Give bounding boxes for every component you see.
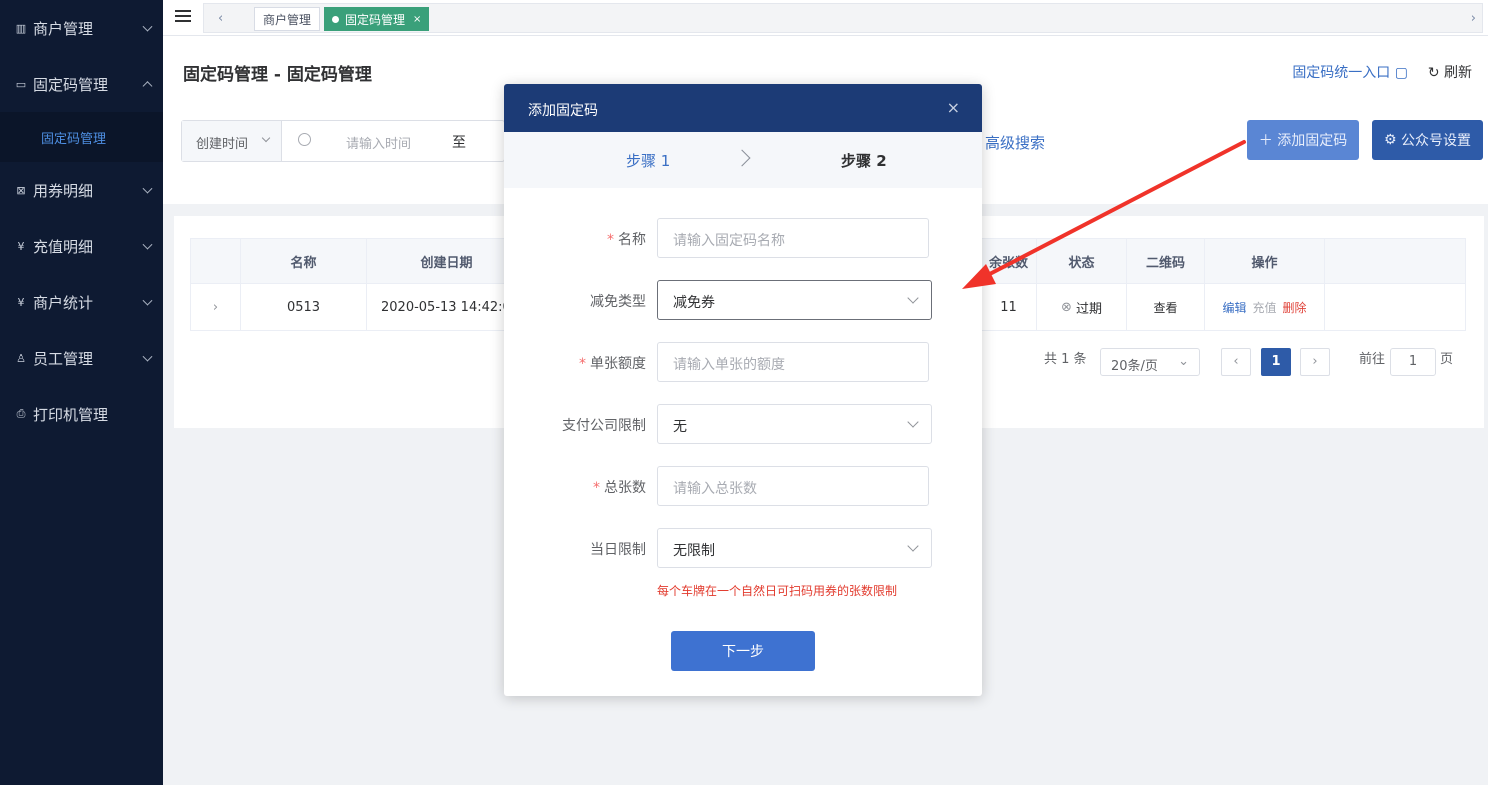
form-row-type: 减免类型 减免券 <box>504 280 982 320</box>
total-label: * 总张数 <box>593 480 646 496</box>
form-row-total: * 总张数 请输入总张数 <box>504 466 982 506</box>
daily-label: 当日限制 <box>590 542 646 558</box>
name-label: * 名称 <box>607 232 646 248</box>
next-step-button[interactable]: 下一步 <box>671 631 815 671</box>
chevron-down-icon <box>907 292 919 304</box>
form-row-name: * 名称 请输入固定码名称 <box>504 218 982 258</box>
amount-input[interactable]: 请输入单张的额度 <box>657 342 929 382</box>
chevron-right-icon <box>733 149 751 167</box>
form-row-payment: 支付公司限制 无 <box>504 404 982 444</box>
discount-type-select[interactable]: 减免券 <box>657 280 932 320</box>
payment-label: 支付公司限制 <box>562 418 646 434</box>
total-input[interactable]: 请输入总张数 <box>657 466 929 506</box>
form-row-daily: 当日限制 无限制 <box>504 528 982 568</box>
dialog-title: 添加固定码 <box>528 103 598 119</box>
step-2: 步骤 2 <box>841 152 887 170</box>
payment-value: 无 <box>673 419 687 435</box>
step-1[interactable]: 步骤 1 <box>626 150 670 171</box>
payment-limit-select[interactable]: 无 <box>657 404 932 444</box>
daily-limit-hint: 每个车牌在一个自然日可扫码用券的张数限制 <box>657 584 898 598</box>
dialog-header: 添加固定码 × <box>504 84 982 132</box>
step-indicator: 步骤 1 步骤 2 <box>504 132 982 188</box>
chevron-down-icon <box>907 540 919 552</box>
daily-limit-select[interactable]: 无限制 <box>657 528 932 568</box>
close-icon[interactable]: × <box>947 98 960 117</box>
add-fixed-code-dialog: 添加固定码 × 步骤 1 步骤 2 * 名称 请输入固定码名称 减免类型 减免券 … <box>504 84 982 696</box>
name-input[interactable]: 请输入固定码名称 <box>657 218 929 258</box>
type-value: 减免券 <box>673 295 715 311</box>
form-row-amount: * 单张额度 请输入单张的额度 <box>504 342 982 382</box>
chevron-down-icon <box>907 416 919 428</box>
daily-value: 无限制 <box>673 543 715 559</box>
type-label: 减免类型 <box>590 294 646 310</box>
amount-label: * 单张额度 <box>579 356 646 372</box>
